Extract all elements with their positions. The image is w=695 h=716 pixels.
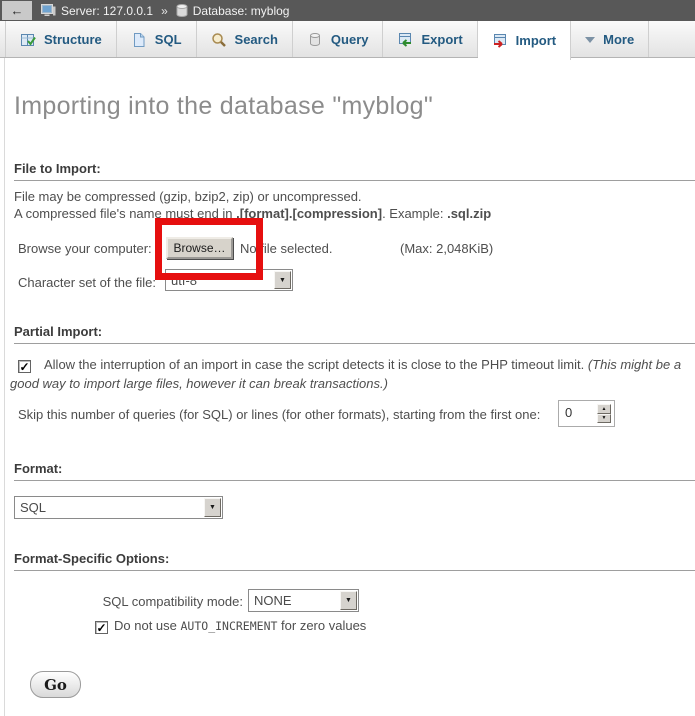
- autoinc-text-1: Do not use: [114, 618, 181, 633]
- skip-queries-value: 0: [562, 404, 597, 423]
- format-heading: Format:: [14, 461, 695, 481]
- tab-bar: Structure SQL Search Query Export: [0, 21, 695, 58]
- page-title: Importing into the database "myblog": [14, 92, 433, 121]
- sql-compat-label: SQL compatibility mode:: [0, 594, 243, 609]
- tab-label: Structure: [44, 32, 102, 47]
- sql-compat-select[interactable]: NONE ▼: [248, 589, 359, 612]
- file-to-import-heading: File to Import:: [14, 161, 695, 181]
- max-size-text: (Max: 2,048KiB): [400, 241, 493, 256]
- breadcrumb-database[interactable]: Database: myblog: [193, 4, 290, 18]
- autoinc-code: AUTO_INCREMENT: [181, 619, 278, 633]
- sql-file-icon: [131, 32, 147, 48]
- breadcrumb: Server: 127.0.0.1 » Database: myblog: [41, 4, 289, 18]
- dropdown-arrow-icon[interactable]: ▼: [340, 591, 357, 610]
- content-left-border: [4, 58, 5, 716]
- browse-label: Browse your computer:: [18, 241, 152, 256]
- format-value: SQL: [15, 497, 203, 518]
- tab-structure[interactable]: Structure: [5, 21, 117, 58]
- tab-label: Export: [421, 32, 462, 47]
- sql-compat-value: NONE: [249, 590, 339, 611]
- go-button[interactable]: Go: [30, 671, 81, 698]
- autoinc-row: ✓ Do not use AUTO_INCREMENT for zero valu…: [95, 618, 366, 634]
- tab-export[interactable]: Export: [383, 21, 477, 58]
- breadcrumb-bar: ← Server: 127.0.0.1 » Database: myblog: [0, 0, 695, 21]
- tab-label: Search: [235, 32, 278, 47]
- dropdown-arrow-icon[interactable]: ▼: [274, 271, 291, 289]
- autoinc-text-2: for zero values: [277, 618, 366, 633]
- phpmyadmin-import-page: ← Server: 127.0.0.1 » Database: myblog S…: [0, 0, 695, 716]
- tab-search[interactable]: Search: [197, 21, 293, 58]
- breadcrumb-separator: »: [161, 4, 168, 18]
- annotation-highlight-box: [155, 218, 263, 280]
- allow-interruption-checkbox[interactable]: ✓: [18, 360, 31, 373]
- breadcrumb-server[interactable]: Server: 127.0.0.1: [61, 4, 153, 18]
- dropdown-arrow-icon[interactable]: ▼: [204, 498, 221, 517]
- server-icon: [41, 4, 56, 17]
- chevron-down-icon: [585, 37, 595, 43]
- compression-note-line1: File may be compressed (gzip, bzip2, zip…: [14, 188, 491, 205]
- tab-label: More: [603, 32, 634, 47]
- autoinc-checkbox[interactable]: ✓: [95, 621, 108, 634]
- tab-import[interactable]: Import: [478, 21, 571, 60]
- format-specific-heading: Format-Specific Options:: [14, 551, 695, 571]
- allow-interruption-text: Allow the interruption of an import in c…: [44, 357, 588, 372]
- skip-queries-label: Skip this number of queries (for SQL) or…: [18, 407, 540, 422]
- spinner-up-button[interactable]: ▲: [597, 404, 611, 414]
- database-icon: [176, 4, 188, 17]
- query-icon: [307, 32, 323, 48]
- tab-label: SQL: [155, 32, 182, 47]
- back-button[interactable]: ←: [2, 1, 32, 20]
- tab-label: Query: [331, 32, 369, 47]
- tab-query[interactable]: Query: [293, 21, 384, 58]
- file-import-notes: File may be compressed (gzip, bzip2, zip…: [14, 188, 491, 222]
- search-icon: [211, 32, 227, 48]
- tab-more[interactable]: More: [571, 21, 649, 58]
- import-icon: [492, 33, 508, 49]
- allow-interruption-row: ✓ Allow the interruption of an import in …: [10, 355, 688, 393]
- spinner: ▲ ▼: [597, 404, 611, 423]
- spinner-down-button[interactable]: ▼: [597, 414, 611, 424]
- tab-sql[interactable]: SQL: [117, 21, 197, 58]
- partial-import-heading: Partial Import:: [14, 324, 695, 344]
- format-select[interactable]: SQL ▼: [14, 496, 223, 519]
- structure-icon: [20, 32, 36, 48]
- export-icon: [397, 32, 413, 48]
- skip-queries-input[interactable]: 0 ▲ ▼: [558, 400, 615, 427]
- back-arrow-icon: ←: [11, 3, 24, 18]
- tab-label: Import: [516, 33, 556, 48]
- checkmark-icon: ✓: [96, 622, 107, 634]
- checkmark-icon: ✓: [19, 361, 30, 373]
- charset-label: Character set of the file:: [18, 275, 156, 290]
